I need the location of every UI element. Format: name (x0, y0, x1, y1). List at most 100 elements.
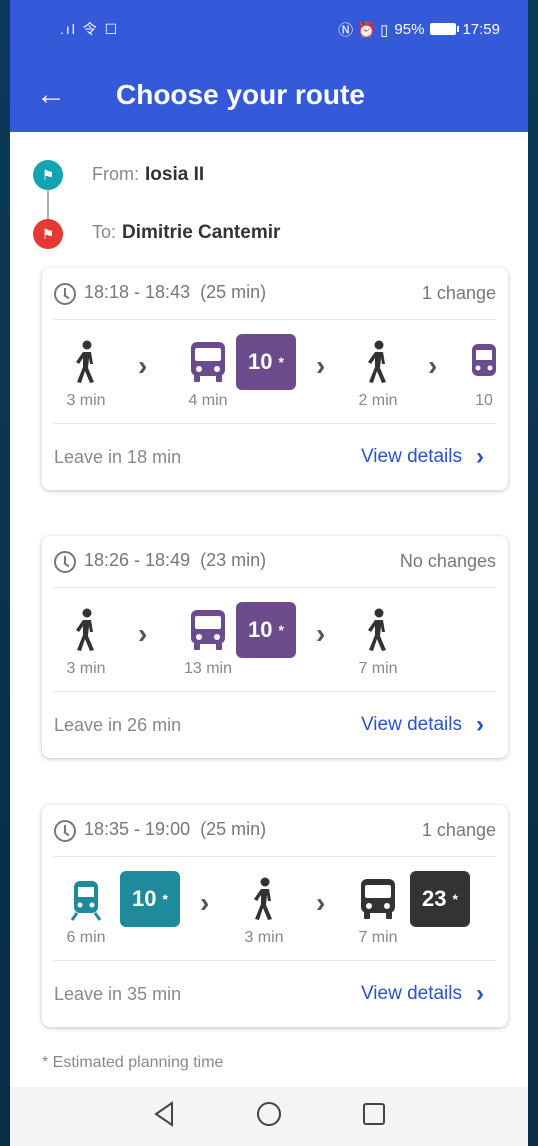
leg-walk: 3 min (58, 602, 114, 678)
right-edge (528, 0, 538, 1146)
battery-icon (430, 23, 460, 35)
estimate-star: * (278, 622, 284, 638)
estimate-star: * (452, 891, 458, 907)
clock-icon (54, 282, 76, 305)
status-icons: Ⓝ ⏰ ▯ (338, 21, 389, 39)
to-flag-icon: ⚑ (33, 219, 63, 249)
from-value: Iosia II (145, 164, 205, 185)
duration: (23 min) (200, 550, 267, 571)
chevron-right-icon: › (476, 980, 484, 1007)
leg-duration: 3 min (66, 660, 106, 677)
view-details-label: View details (360, 714, 462, 735)
home-nav-icon[interactable] (256, 1101, 282, 1132)
time-range: 18:35 - 19:00 (84, 819, 191, 840)
leave-in: Leave in 26 min (54, 714, 182, 735)
battery-percent: 95% (394, 20, 425, 38)
route-legs: 3 min › 4 min 10 * › 2 min › 10 (54, 320, 496, 424)
stops-connector (47, 190, 49, 219)
line-badge: 10 * (120, 871, 180, 927)
phone-screen: .ıl 令 ☐ Ⓝ ⏰ ▯ 95% 17:59 ← Choose your ro… (10, 0, 528, 1146)
back-arrow-icon[interactable]: ← (36, 80, 76, 110)
bus-icon (178, 602, 238, 658)
duration: (25 min) (200, 282, 267, 303)
leave-in: Leave in 18 min (54, 446, 182, 467)
line-badge: 10 * (236, 334, 296, 390)
route-card-3[interactable]: 18:35 - 19:00 (25 min) 1 change 6 min 10… (42, 805, 508, 1027)
footnote: * Estimated planning time (42, 1054, 224, 1071)
walk-icon (350, 334, 406, 390)
chevron-right-icon: › (316, 887, 326, 918)
leg-walk: 3 min (234, 871, 294, 947)
tram-icon (464, 334, 496, 390)
time-range: 18:18 - 18:43 (84, 282, 191, 303)
to-label: To: (92, 222, 117, 242)
leg-duration: 4 min (188, 392, 228, 409)
chevron-right-icon: › (428, 350, 438, 381)
leg-duration: 10 (475, 392, 493, 409)
to-value: Dimitrie Cantemir (122, 222, 281, 243)
page-title: Choose your route (116, 79, 365, 110)
line-number: 10 (248, 349, 273, 374)
leg-bus: 13 min (178, 602, 238, 678)
bus-icon (178, 334, 238, 390)
leg-duration: 3 min (66, 392, 106, 409)
walk-icon (350, 602, 406, 658)
left-edge (0, 0, 10, 1146)
view-details-label: View details (360, 983, 462, 1004)
stops-section: ⚑ ⚑ From: Iosia II To: Dimitrie Cantemir (10, 132, 528, 262)
from-row[interactable]: From: Iosia II (92, 164, 204, 186)
tram-icon (58, 871, 114, 927)
changes-count: 1 change (421, 283, 496, 303)
walk-icon (234, 871, 294, 927)
leg-tram: 6 min (58, 871, 114, 947)
leg-tram: 10 (464, 334, 496, 410)
clock-icon (54, 550, 76, 573)
leg-bus: 7 min (350, 871, 406, 947)
walk-icon (58, 334, 114, 390)
recents-nav-icon[interactable] (362, 1102, 386, 1131)
route-legs: 3 min › 13 min 10 * › 7 min (54, 588, 496, 692)
route-header: 18:18 - 18:43 (25 min) 1 change (54, 268, 496, 320)
view-details-label: View details (360, 446, 462, 467)
route-card-2[interactable]: 18:26 - 18:49 (23 min) No changes 3 min … (42, 536, 508, 758)
route-footer: Leave in 26 min View details › (54, 692, 496, 758)
back-nav-icon[interactable] (152, 1101, 176, 1132)
from-label: From: (92, 164, 139, 184)
from-flag-icon: ⚑ (33, 160, 63, 190)
chevron-right-icon: › (138, 618, 148, 649)
view-details-button[interactable]: View details › (361, 980, 484, 1008)
bus-icon (350, 871, 406, 927)
chevron-right-icon: › (476, 711, 484, 738)
estimate-star: * (278, 354, 284, 370)
leg-duration: 7 min (358, 929, 398, 946)
to-row[interactable]: To: Dimitrie Cantemir (92, 222, 280, 244)
time-range: 18:26 - 18:49 (84, 550, 191, 571)
line-badge: 10 * (236, 602, 296, 658)
status-bar: .ıl 令 ☐ Ⓝ ⏰ ▯ 95% 17:59 (10, 0, 528, 58)
leg-walk: 3 min (58, 334, 114, 410)
view-details-button[interactable]: View details › (361, 711, 484, 739)
clock-icon (54, 819, 76, 842)
view-details-button[interactable]: View details › (361, 443, 484, 471)
line-badge: 23 * (410, 871, 470, 927)
walk-icon (58, 602, 114, 658)
signal-icons: .ıl 令 ☐ (60, 21, 120, 37)
chevron-right-icon: › (476, 443, 484, 470)
main-content: ⚑ ⚑ From: Iosia II To: Dimitrie Cantemir 1… (10, 132, 528, 1087)
leg-duration: 3 min (244, 929, 284, 946)
app-bar: ← Choose your route (10, 58, 528, 132)
route-card-1[interactable]: 18:18 - 18:43 (25 min) 1 change 3 min › … (42, 268, 508, 490)
leave-in: Leave in 35 min (54, 983, 182, 1004)
leg-walk: 2 min (350, 334, 406, 410)
chevron-right-icon: › (316, 618, 326, 649)
route-legs: 6 min 10 * › 3 min › 7 min 23 * (54, 857, 496, 961)
clock-time: 17:59 (462, 20, 500, 38)
duration: (25 min) (200, 819, 267, 840)
line-number: 23 (422, 886, 447, 911)
estimate-star: * (162, 891, 168, 907)
leg-walk: 7 min (350, 602, 406, 678)
route-header: 18:26 - 18:49 (23 min) No changes (54, 536, 496, 588)
chevron-right-icon: › (316, 350, 326, 381)
leg-duration: 13 min (183, 660, 233, 677)
changes-count: No changes (399, 551, 496, 571)
